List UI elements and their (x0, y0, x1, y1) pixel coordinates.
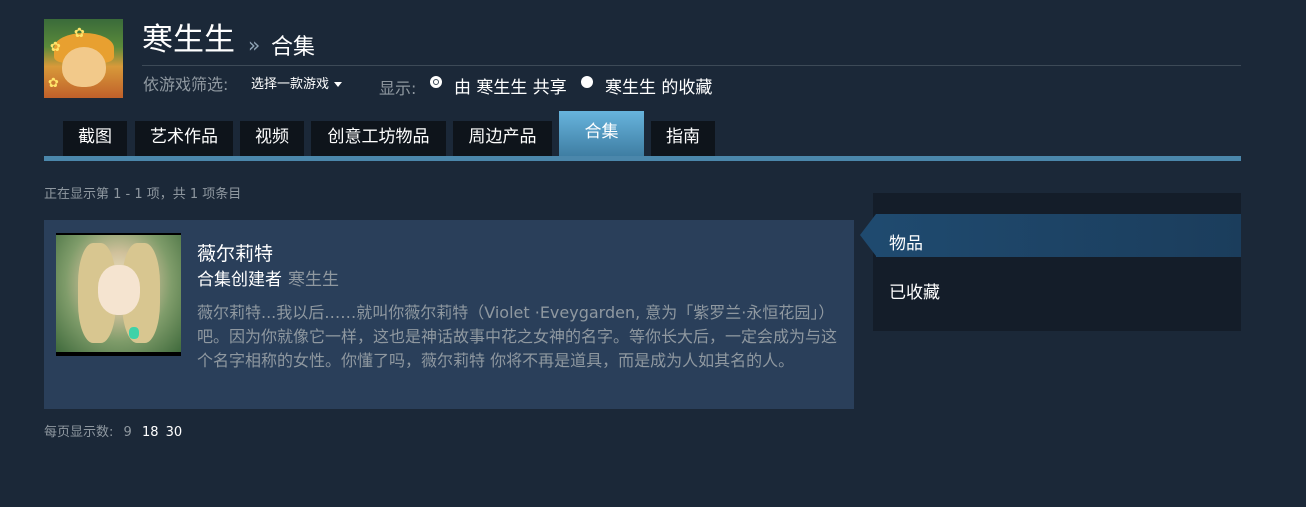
tab-screenshots[interactable]: 截图 (63, 121, 127, 156)
caret-down-icon (334, 82, 343, 87)
avatar[interactable]: ✿ ✿ ✿ (44, 19, 123, 98)
header-divider (142, 65, 1241, 66)
per-page-label: 每页显示数: (44, 425, 114, 440)
per-page-option-9: 9 (123, 425, 132, 440)
radio-shared-label[interactable]: 由 寒生生 共享 (454, 73, 567, 98)
collection-description: 薇尔莉特...我以后……就叫你薇尔莉特（Violet ·Eveygarden, … (197, 303, 838, 370)
creator-name[interactable]: 寒生生 (288, 270, 339, 290)
side-menu-label-items[interactable]: 物品 (889, 229, 923, 254)
side-menu-item-favorited[interactable]: 已收藏 (889, 278, 940, 303)
collection-thumbnail[interactable] (56, 233, 181, 356)
image-face (98, 265, 140, 315)
flower-icon: ✿ (48, 76, 59, 91)
radio-favorites[interactable] (581, 76, 593, 88)
game-filter-dropdown[interactable]: 选择一款游戏 (251, 73, 343, 92)
display-label: 显示: (379, 79, 417, 98)
avatar-face (62, 47, 106, 87)
radio-favorites-label[interactable]: 寒生生 的收藏 (605, 73, 712, 98)
creator-prefix: 合集创建者 (197, 270, 282, 290)
image-brooch (129, 327, 139, 339)
side-menu-item-items[interactable] (876, 214, 1241, 257)
per-page-option-18[interactable]: 18 (142, 425, 159, 440)
profile-username[interactable]: 寒生生 (142, 20, 235, 60)
tabs-underline (44, 156, 1241, 161)
per-page-option-30[interactable]: 30 (166, 425, 183, 440)
tab-collections[interactable]: 合集 (559, 111, 644, 156)
per-page-selector: 每页显示数: 9 18 30 (44, 421, 182, 440)
collection-title[interactable]: 薇尔莉特 (197, 239, 273, 266)
page-title: 合集 (271, 35, 316, 60)
radio-shared[interactable] (430, 76, 442, 88)
tab-merchandise[interactable]: 周边产品 (453, 121, 552, 156)
result-count: 正在显示第 1 - 1 项，共 1 项条目 (44, 187, 242, 202)
tab-guides[interactable]: 指南 (651, 121, 715, 156)
game-filter-label: 依游戏筛选: (143, 75, 229, 94)
collection-image (56, 235, 181, 352)
game-filter-value: 选择一款游戏 (251, 77, 330, 92)
tab-videos[interactable]: 视频 (240, 121, 304, 156)
tab-workshop[interactable]: 创意工坊物品 (311, 121, 446, 156)
flower-icon: ✿ (74, 26, 85, 41)
active-arrow-icon (860, 214, 876, 256)
collection-creator: 合集创建者 寒生生 (197, 265, 339, 290)
collection-card[interactable]: 薇尔莉特 合集创建者 寒生生 薇尔莉特...我以后……就叫你薇尔莉特（Violet… (44, 220, 854, 409)
tab-artwork[interactable]: 艺术作品 (135, 121, 233, 156)
flower-icon: ✿ (50, 40, 61, 55)
breadcrumb-separator: » (248, 33, 261, 57)
